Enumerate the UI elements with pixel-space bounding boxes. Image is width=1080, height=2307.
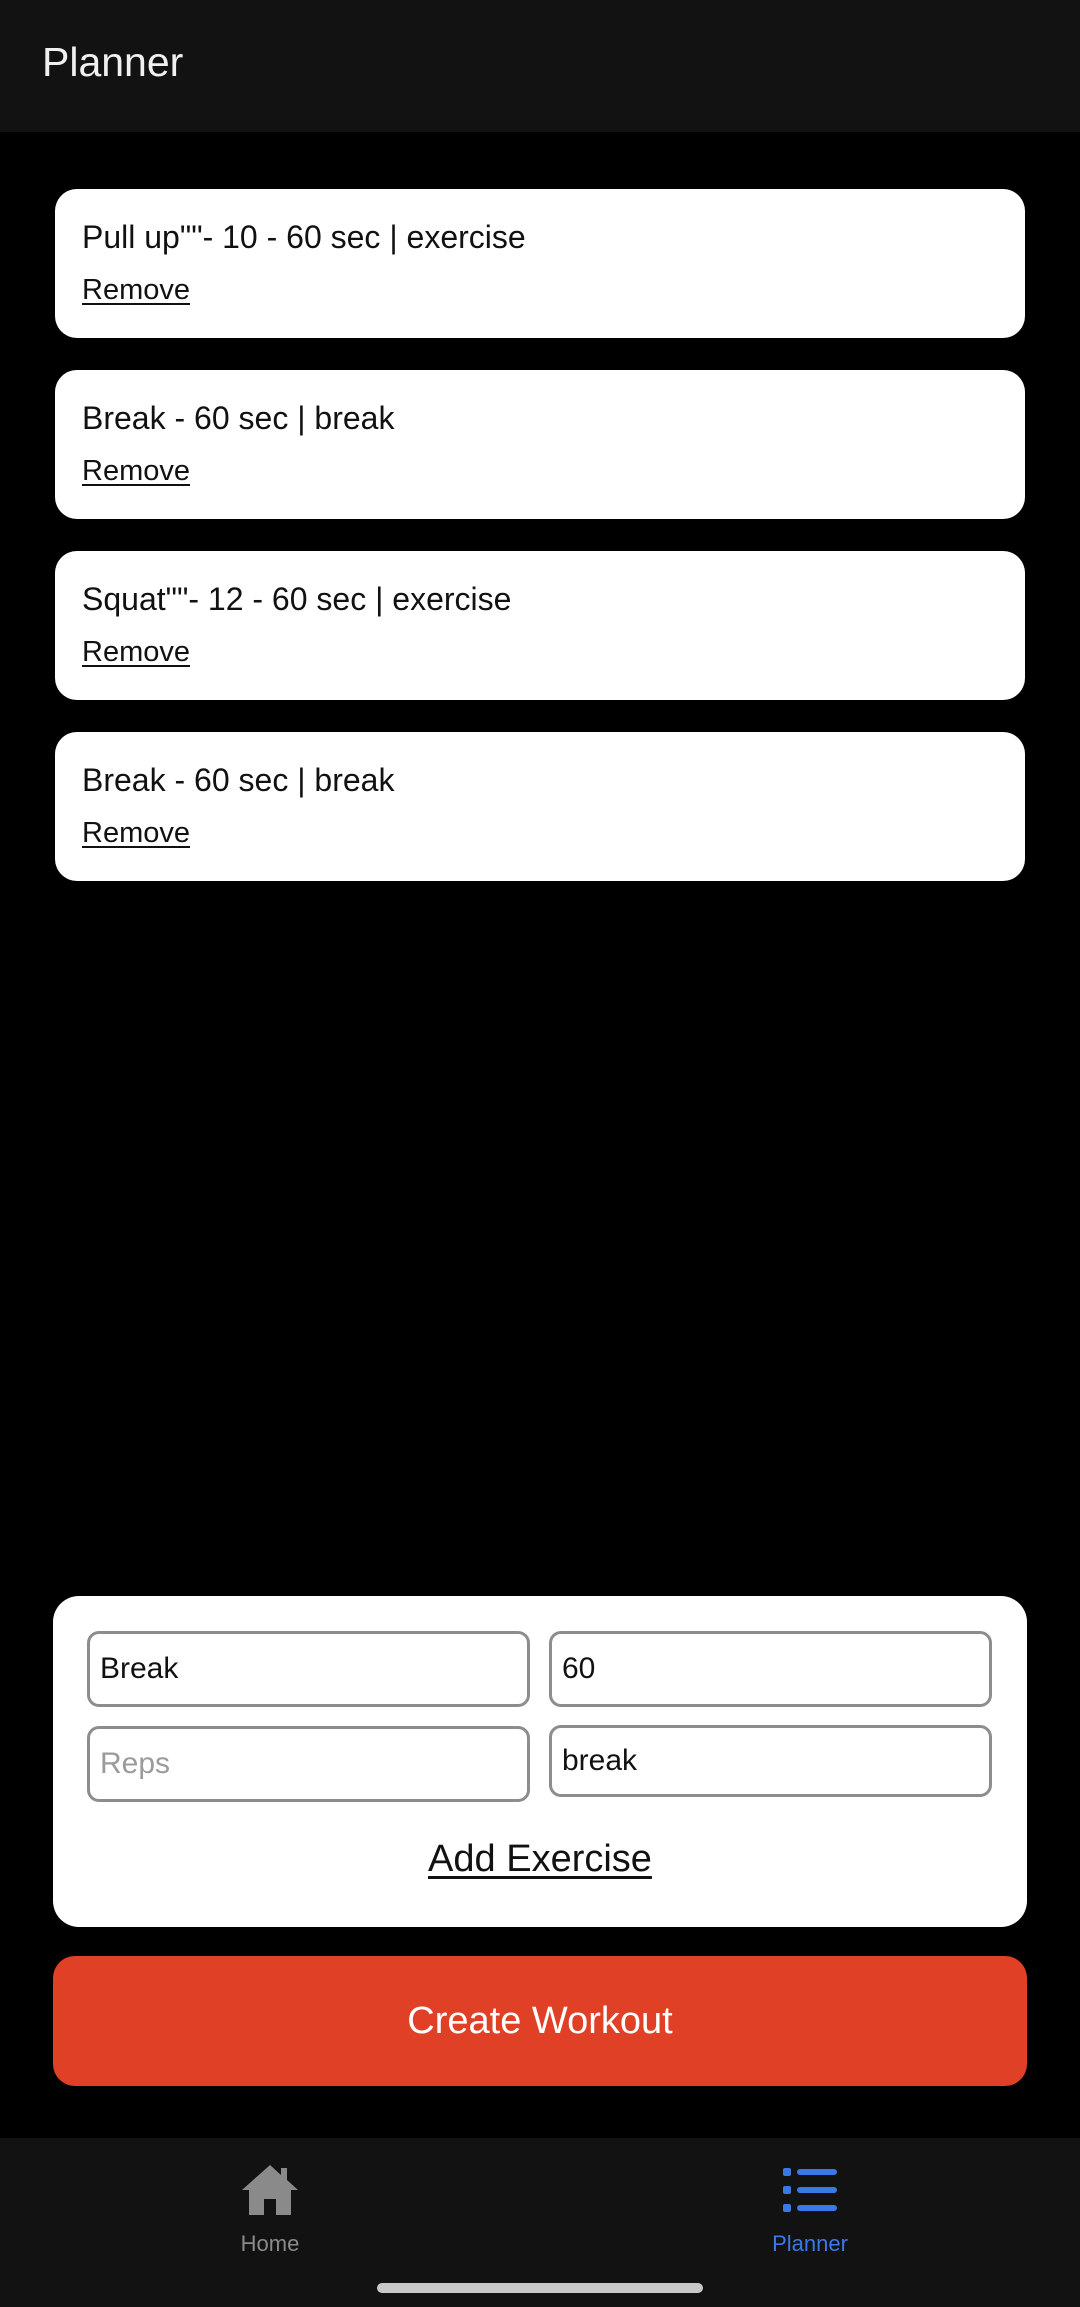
exercise-name-input[interactable] — [87, 1631, 530, 1707]
nav-item-planner[interactable]: Planner — [540, 2138, 1080, 2278]
exercise-text: Break - 60 sec | break — [82, 400, 395, 436]
exercise-card: Squat""- 12 - 60 sec | exercise Remove — [55, 551, 1025, 700]
remove-button[interactable]: Remove — [82, 815, 190, 851]
add-exercise-form: Add Exercise — [53, 1596, 1027, 1927]
remove-button[interactable]: Remove — [82, 272, 190, 308]
type-input[interactable] — [549, 1725, 992, 1797]
nav-label-home: Home — [240, 2231, 300, 2256]
page-title: Planner — [42, 39, 184, 85]
list-icon — [783, 2168, 837, 2212]
exercise-text: Pull up""- 10 - 60 sec | exercise — [82, 219, 526, 255]
add-exercise-button[interactable]: Add Exercise — [53, 1836, 1027, 1882]
exercise-card: Break - 60 sec | break Remove — [55, 732, 1025, 881]
app-header: Planner — [0, 0, 1080, 132]
reps-input[interactable] — [87, 1726, 530, 1802]
remove-button[interactable]: Remove — [82, 634, 190, 670]
nav-item-home[interactable]: Home — [0, 2138, 540, 2278]
exercise-text: Squat""- 12 - 60 sec | exercise — [82, 581, 512, 617]
create-workout-button[interactable]: Create Workout — [53, 1956, 1027, 2086]
remove-button[interactable]: Remove — [82, 453, 190, 489]
nav-label-planner: Planner — [772, 2231, 848, 2256]
exercise-text: Break - 60 sec | break — [82, 762, 395, 798]
exercise-card: Pull up""- 10 - 60 sec | exercise Remove — [55, 189, 1025, 338]
bottom-navigation: Home Planner — [0, 2138, 1080, 2307]
duration-input[interactable] — [549, 1631, 992, 1707]
exercise-card: Break - 60 sec | break Remove — [55, 370, 1025, 519]
home-indicator — [377, 2283, 703, 2293]
home-icon — [242, 2165, 298, 2215]
